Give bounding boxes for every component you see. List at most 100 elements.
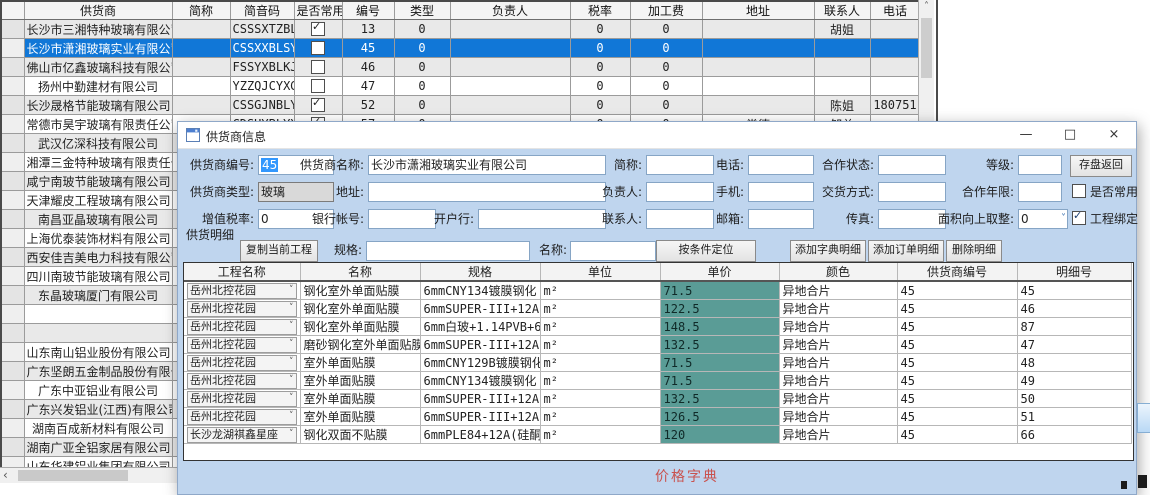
common-cell xyxy=(294,77,342,96)
detail-row[interactable]: 岳州北控花园˅室外单面贴膜6mmSUPER-III+12A(硅..m²126.5… xyxy=(184,408,1131,426)
supplier-no-cell: 45 xyxy=(897,372,1017,390)
project-dropdown[interactable]: 岳州北控花园˅ xyxy=(187,301,297,317)
supplier-name-cell: 湘潭三金特种玻璃有限责任公司 xyxy=(24,153,172,172)
col-header-phone[interactable]: 电话 xyxy=(870,2,920,20)
project-dropdown[interactable]: 岳州北控花园˅ xyxy=(187,391,297,407)
supplier-row[interactable]: 长沙晟格节能玻璃有限公司CSSGJNBLYXGS52000陈姐180751 xyxy=(2,96,920,115)
spec-cell: 6mmCNY134镀膜钢化 xyxy=(420,281,540,300)
project-name: 岳州北控花园 xyxy=(190,284,256,297)
row-header-cell xyxy=(2,324,24,343)
col-header-supplier-no[interactable]: 供货商编号 xyxy=(897,263,1017,281)
supplier-row[interactable]: 扬州中勤建材有限公司YZZQJCYXGS47000 xyxy=(2,77,920,96)
save-return-button[interactable]: 存盘返回 xyxy=(1070,155,1132,177)
col-header-shortname[interactable]: 简称 xyxy=(172,2,230,20)
col-header-type[interactable]: 类型 xyxy=(394,2,450,20)
address-input[interactable] xyxy=(368,182,606,202)
col-header-name[interactable]: 名称 xyxy=(300,263,420,281)
project-cell: 岳州北控花园˅ xyxy=(184,281,300,300)
col-header-color[interactable]: 颜色 xyxy=(779,263,897,281)
delete-detail-button[interactable]: 删除明细 xyxy=(946,240,1002,262)
scroll-up-icon[interactable]: ˄ xyxy=(919,0,934,14)
phone-input[interactable] xyxy=(748,155,814,175)
col-header-manager[interactable]: 负责人 xyxy=(450,2,570,20)
vertical-scrollbar[interactable]: ˄ xyxy=(918,0,934,122)
common-checkbox[interactable] xyxy=(311,98,325,112)
coop-status-input[interactable] xyxy=(878,155,946,175)
copy-project-button[interactable]: 复制当前工程 xyxy=(240,240,318,262)
col-header-contact[interactable]: 联系人 xyxy=(814,2,870,20)
close-button[interactable]: × xyxy=(1092,122,1136,148)
col-header-detail-no[interactable]: 明细号 xyxy=(1017,263,1131,281)
detail-row[interactable]: 岳州北控花园˅室外单面贴膜6mmSUPER-III+12A(硅..m²132.5… xyxy=(184,390,1131,408)
spec-filter-input[interactable] xyxy=(366,241,530,261)
project-dropdown[interactable]: 岳州北控花园˅ xyxy=(187,355,297,371)
email-input[interactable] xyxy=(748,209,814,229)
name-filter-input[interactable] xyxy=(570,241,656,261)
dialog-titlebar[interactable]: 供货商信息 — □ × xyxy=(178,122,1136,149)
project-name: 长沙龙湖祺鑫星座 xyxy=(190,428,278,441)
detail-row[interactable]: 岳州北控花园˅钢化室外单面贴膜6mmCNY134镀膜钢化m²71.5异地合片45… xyxy=(184,281,1131,300)
detail-row[interactable]: 岳州北控花园˅室外单面贴膜6mmCNY134镀膜钢化m²71.5异地合片4549 xyxy=(184,372,1131,390)
minimize-button[interactable]: — xyxy=(1004,122,1048,148)
mobile-input[interactable] xyxy=(748,182,814,202)
detail-row[interactable]: 岳州北控花园˅室外单面贴膜6mmCNY129B镀膜钢化m²71.5异地合片454… xyxy=(184,354,1131,372)
col-header-address[interactable]: 地址 xyxy=(702,2,814,20)
maximize-button[interactable]: □ xyxy=(1048,122,1092,148)
locate-button[interactable]: 按条件定位 xyxy=(656,240,756,262)
col-header-code[interactable]: 简音码 xyxy=(230,2,294,20)
code-cell: CSSGJNBLYXGS xyxy=(230,96,294,115)
project-dropdown[interactable]: 岳州北控花园˅ xyxy=(187,409,297,425)
col-header-common[interactable]: 是否常用 xyxy=(294,2,342,20)
vscroll-thumb[interactable] xyxy=(921,18,932,78)
supplier-row[interactable]: 佛山市亿鑫玻璃科技有限公司FSSYXBLKJ..46000 xyxy=(2,58,920,77)
project-dropdown[interactable]: 长沙龙湖祺鑫星座˅ xyxy=(187,427,297,443)
delivery-input[interactable] xyxy=(878,182,946,202)
add-order-detail-button[interactable]: 添加订单明细 xyxy=(868,240,944,262)
bank-account-input[interactable] xyxy=(368,209,436,229)
detail-row[interactable]: 岳州北控花园˅磨砂钢化室外单面贴膜6mmSUPER-III+12A(硅..m²1… xyxy=(184,336,1131,354)
col-header-id[interactable]: 编号 xyxy=(342,2,394,20)
supplier-name-cell: 湖南百成新材料有限公司 xyxy=(24,419,172,438)
project-dropdown[interactable]: 岳州北控花园˅ xyxy=(187,283,297,299)
bank-input[interactable] xyxy=(478,209,606,229)
common-use-checkbox[interactable]: 是否常用 xyxy=(1072,182,1138,202)
manager-input[interactable] xyxy=(646,182,714,202)
hscroll-thumb[interactable] xyxy=(18,470,128,481)
grade-input[interactable] xyxy=(1018,155,1062,175)
common-checkbox[interactable] xyxy=(311,41,325,55)
add-dict-detail-button[interactable]: 添加字典明细 xyxy=(790,240,866,262)
supplier-name-input[interactable]: 长沙市潇湘玻璃实业有限公司 xyxy=(368,155,606,175)
price-cell: 71.5 xyxy=(660,354,779,372)
col-header-unit[interactable]: 单位 xyxy=(540,263,660,281)
project-dropdown[interactable]: 岳州北控花园˅ xyxy=(187,337,297,353)
supplier-name-cell: 四川南玻节能玻璃有限公司 xyxy=(24,267,172,286)
detail-row[interactable]: 岳州北控花园˅钢化室外单面贴膜6mm白玻+1.14PVB+6mm..m²148.… xyxy=(184,318,1131,336)
short-name-input[interactable] xyxy=(646,155,714,175)
row-header-cell xyxy=(2,77,24,96)
name-filter-label: 名称: xyxy=(529,240,567,260)
project-dropdown[interactable]: 岳州北控花园˅ xyxy=(187,319,297,335)
detail-row[interactable]: 长沙龙湖祺鑫星座˅钢化双面不贴膜6mmPLE84+12A(硅酮胶..m²120异… xyxy=(184,426,1131,444)
coop-years-input[interactable] xyxy=(1018,182,1062,202)
col-header-spec[interactable]: 规格 xyxy=(420,263,540,281)
col-header-fee[interactable]: 加工费 xyxy=(630,2,702,20)
common-checkbox[interactable] xyxy=(311,22,325,36)
col-header-supplier[interactable]: 供货商 xyxy=(24,2,172,20)
supplier-row[interactable]: 长沙市潇湘玻璃实业有限公司CSSXXBLSY..45000 xyxy=(2,39,920,58)
project-dropdown[interactable]: 岳州北控花园˅ xyxy=(187,373,297,389)
common-cell xyxy=(294,39,342,58)
project-bind-checkbox[interactable]: 工程绑定 xyxy=(1072,209,1138,229)
col-header-project[interactable]: 工程名称 xyxy=(184,263,300,281)
spec-cell: 6mmSUPER-III+12A(硅.. xyxy=(420,390,540,408)
col-header-price[interactable]: 单价 xyxy=(660,263,779,281)
contact-input[interactable] xyxy=(646,209,714,229)
supplier-row[interactable]: 长沙市三湘特种玻璃有限公司CSSSXTZBL..13000胡姐 xyxy=(2,20,920,39)
scroll-left-icon[interactable]: ‹ xyxy=(3,468,8,482)
col-header-tax[interactable]: 税率 xyxy=(570,2,630,20)
common-checkbox[interactable] xyxy=(311,79,325,93)
detail-row[interactable]: 岳州北控花园˅钢化室外单面贴膜6mmSUPER-III+12A(硅..m²122… xyxy=(184,300,1131,318)
price-cell: 132.5 xyxy=(660,390,779,408)
common-checkbox[interactable] xyxy=(311,60,325,74)
supplier-name-cell: 湖南广亚全铝家居有限公司 xyxy=(24,438,172,457)
round-up-select[interactable]: 0˅ xyxy=(1018,209,1068,229)
